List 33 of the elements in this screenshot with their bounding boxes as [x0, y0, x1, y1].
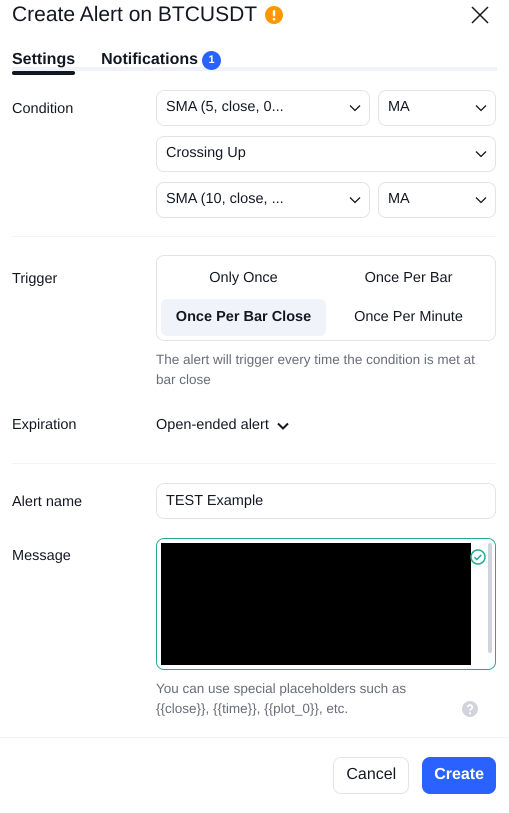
- trigger-option[interactable]: Once Per Bar: [326, 260, 491, 297]
- count-badge: 1: [202, 50, 222, 70]
- hint-text: The alert will trigger every time the condition is met at bar close: [156, 351, 476, 389]
- message-field[interactable]: [156, 538, 496, 670]
- create-button[interactable]: Create: [422, 756, 496, 794]
- checkmark-icon: [470, 548, 486, 565]
- close-button[interactable]: [470, 5, 490, 25]
- trigger-option[interactable]: Once Per Bar Close: [161, 299, 326, 336]
- hint-text: You can use special placeholders such as {{close}}, {{time}}, {{plot_0}}, etc.: [156, 680, 408, 718]
- cancel-button[interactable]: Cancel: [333, 756, 410, 794]
- field-label: Expiration: [12, 416, 78, 435]
- field-label: Message: [12, 546, 72, 566]
- expiration-dropdown[interactable]: Open-ended alert: [156, 415, 289, 437]
- field-label: Trigger: [12, 270, 58, 289]
- dropdown[interactable]: MA: [378, 182, 496, 218]
- dropdown[interactable]: MA: [378, 90, 496, 126]
- chevron-icon: [348, 104, 361, 112]
- chevron-icon: [276, 422, 289, 430]
- text-field[interactable]: TEST Example: [156, 482, 496, 519]
- dropdown[interactable]: Crossing Up: [156, 136, 496, 172]
- chevron-icon: [475, 150, 487, 158]
- chevron-icon: [475, 196, 488, 204]
- trigger-option[interactable]: Only Once: [161, 260, 326, 297]
- scrollbar[interactable]: [488, 542, 492, 653]
- tab[interactable]: Notifications 1: [101, 48, 222, 71]
- chevron-icon: [348, 196, 361, 204]
- dialog-title: Create Alert on BTCUSDT: [12, 2, 258, 28]
- chevron-icon: [475, 104, 488, 112]
- dropdown[interactable]: SMA (10, close, ...: [156, 182, 370, 218]
- dropdown[interactable]: SMA (5, close, 0...: [156, 90, 370, 126]
- field-label: Condition: [12, 100, 74, 119]
- trigger-option[interactable]: Once Per Minute: [326, 299, 491, 336]
- field-label: Alert name: [12, 492, 84, 512]
